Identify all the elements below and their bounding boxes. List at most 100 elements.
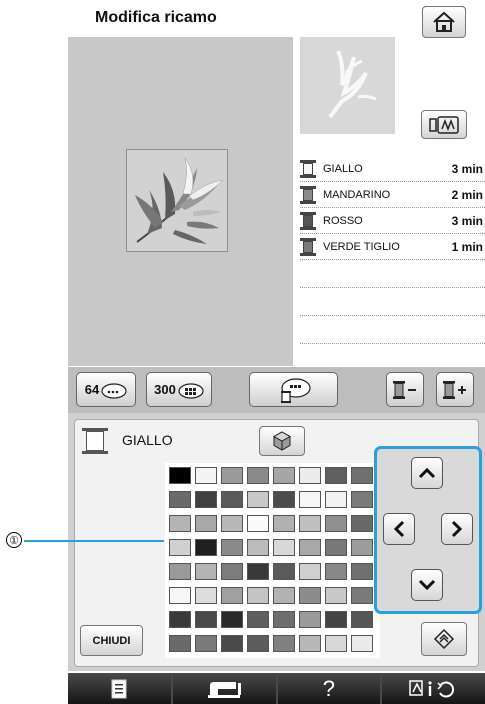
palette-64-button[interactable]: 64 xyxy=(76,372,136,407)
color-swatch[interactable] xyxy=(169,491,191,508)
color-swatch[interactable] xyxy=(325,635,347,652)
color-swatch[interactable] xyxy=(325,611,347,628)
color-swatch[interactable] xyxy=(351,491,373,508)
close-button[interactable]: CHIUDI xyxy=(80,625,143,656)
color-swatch[interactable] xyxy=(221,611,243,628)
color-swatch[interactable] xyxy=(195,491,217,508)
color-swatch[interactable] xyxy=(221,635,243,652)
palette-300-button[interactable]: 300 xyxy=(146,372,212,407)
color-swatch[interactable] xyxy=(299,611,321,628)
color-swatch[interactable] xyxy=(195,515,217,532)
color-swatch[interactable] xyxy=(351,515,373,532)
color-swatch[interactable] xyxy=(195,467,217,484)
color-swatch[interactable] xyxy=(247,587,269,604)
sewing-machine-button[interactable] xyxy=(172,673,278,704)
frame-display-button[interactable] xyxy=(421,110,467,139)
thread-spool-icon xyxy=(300,211,316,230)
color-swatch[interactable] xyxy=(195,587,217,604)
settings-info-button[interactable] xyxy=(382,673,485,704)
color-swatch[interactable] xyxy=(247,563,269,580)
color-swatch[interactable] xyxy=(351,635,373,652)
color-swatch[interactable] xyxy=(247,635,269,652)
color-swatch[interactable] xyxy=(169,467,191,484)
color-swatch[interactable] xyxy=(299,467,321,484)
color-swatch[interactable] xyxy=(195,635,217,652)
arrow-left-button[interactable] xyxy=(383,513,415,545)
color-swatch[interactable] xyxy=(299,515,321,532)
thread-plus-button[interactable] xyxy=(436,372,474,407)
arrow-up-button[interactable] xyxy=(411,457,443,489)
color-swatch[interactable] xyxy=(221,563,243,580)
thread-minus-button[interactable] xyxy=(386,372,424,407)
color-swatch[interactable] xyxy=(273,563,295,580)
color-swatch[interactable] xyxy=(221,515,243,532)
color-swatch[interactable] xyxy=(195,611,217,628)
color-swatch[interactable] xyxy=(299,563,321,580)
color-swatch[interactable] xyxy=(169,611,191,628)
color-swatch[interactable] xyxy=(273,491,295,508)
color-swatch[interactable] xyxy=(247,515,269,532)
list-item[interactable]: VERDE TIGLIO 1 min xyxy=(300,234,485,260)
list-item[interactable]: MANDARINO 2 min xyxy=(300,182,485,208)
color-swatch[interactable] xyxy=(169,635,191,652)
color-swatch[interactable] xyxy=(351,467,373,484)
color-swatch[interactable] xyxy=(169,539,191,556)
color-swatch[interactable] xyxy=(195,563,217,580)
color-time: 1 min xyxy=(451,239,483,254)
color-swatch[interactable] xyxy=(273,467,295,484)
list-item[interactable]: GIALLO 3 min xyxy=(300,156,485,182)
color-swatch[interactable] xyxy=(247,467,269,484)
color-swatch[interactable] xyxy=(273,587,295,604)
help-button[interactable]: ? xyxy=(277,673,383,704)
embroidery-design[interactable] xyxy=(126,149,228,252)
color-time: 2 min xyxy=(451,187,483,202)
arrow-down-button[interactable] xyxy=(411,569,443,601)
color-swatch[interactable] xyxy=(169,515,191,532)
color-swatch[interactable] xyxy=(273,539,295,556)
color-time: 3 min xyxy=(451,161,483,176)
color-swatch[interactable] xyxy=(299,635,321,652)
arrow-right-button[interactable] xyxy=(441,513,473,545)
color-swatch[interactable] xyxy=(273,635,295,652)
color-swatch[interactable] xyxy=(325,515,347,532)
color-swatch[interactable] xyxy=(299,587,321,604)
rotate-button[interactable] xyxy=(421,622,467,656)
color-swatch[interactable] xyxy=(169,563,191,580)
color-swatch[interactable] xyxy=(221,491,243,508)
color-swatch[interactable] xyxy=(221,587,243,604)
color-swatch[interactable] xyxy=(221,539,243,556)
color-swatch[interactable] xyxy=(195,539,217,556)
selected-spool-icon xyxy=(82,428,108,454)
color-swatch[interactable] xyxy=(299,491,321,508)
color-swatch[interactable] xyxy=(247,611,269,628)
color-swatch[interactable] xyxy=(247,539,269,556)
color-swatch[interactable] xyxy=(351,611,373,628)
bottom-navigation-bar: ? xyxy=(68,673,485,704)
color-swatch[interactable] xyxy=(351,539,373,556)
list-item[interactable]: ROSSO 3 min xyxy=(300,208,485,234)
color-swatch[interactable] xyxy=(325,539,347,556)
thread-palette-icon xyxy=(101,382,127,399)
cube-view-button[interactable] xyxy=(259,426,305,456)
color-swatch[interactable] xyxy=(325,563,347,580)
design-canvas[interactable] xyxy=(68,37,293,366)
color-swatch[interactable] xyxy=(325,587,347,604)
color-swatch[interactable] xyxy=(299,539,321,556)
color-swatch[interactable] xyxy=(351,563,373,580)
document-button[interactable] xyxy=(68,673,173,704)
thread-spool-icon xyxy=(300,159,316,178)
page-title: Modifica ricamo xyxy=(95,9,217,26)
thread-color-list[interactable]: GIALLO 3 min MANDARINO 2 min ROSSO 3 min… xyxy=(300,156,485,372)
color-swatch[interactable] xyxy=(273,515,295,532)
custom-thread-button[interactable] xyxy=(249,372,338,407)
color-swatch[interactable] xyxy=(325,491,347,508)
color-swatch[interactable] xyxy=(247,491,269,508)
color-swatch[interactable] xyxy=(221,467,243,484)
color-palette-grid[interactable] xyxy=(165,463,380,658)
color-swatch[interactable] xyxy=(169,587,191,604)
color-swatch[interactable] xyxy=(273,611,295,628)
home-button[interactable] xyxy=(422,6,466,38)
color-swatch[interactable] xyxy=(325,467,347,484)
navigation-pad xyxy=(374,446,482,614)
color-swatch[interactable] xyxy=(351,587,373,604)
